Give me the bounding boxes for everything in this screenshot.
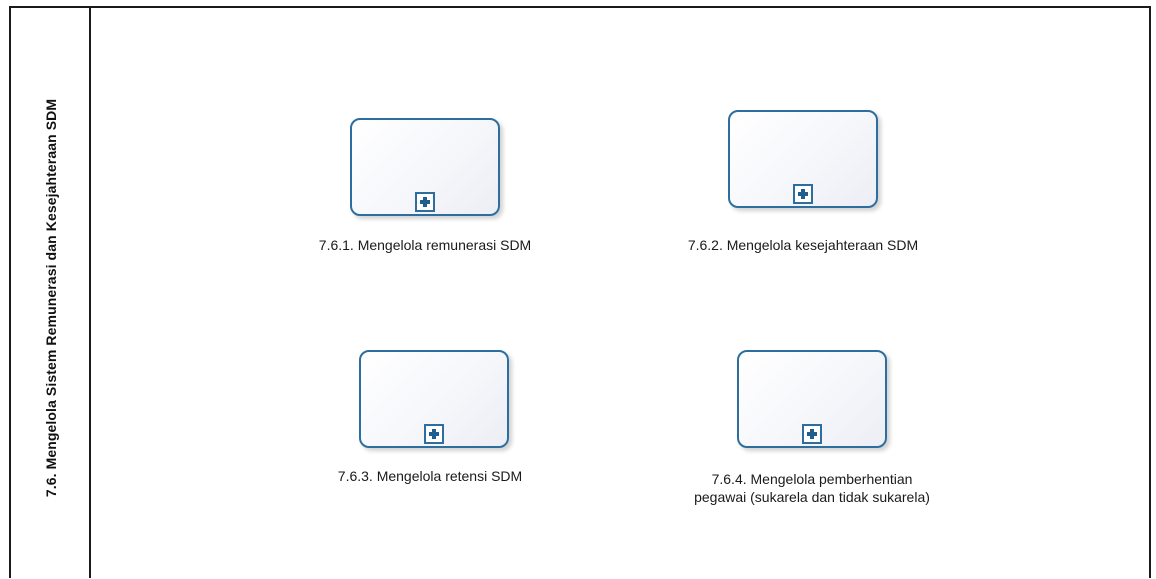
task-label-retensi: 7.6.3. Mengelola retensi SDM: [337, 468, 523, 484]
plus-icon[interactable]: [793, 184, 813, 204]
pool-title: 7.6. Mengelola Sistem Remunerasi dan Kes…: [43, 98, 59, 498]
subprocess-task-retensi[interactable]: [359, 350, 509, 448]
task-label-pemberhentian: 7.6.4. Mengelola pemberhentian pegawai (…: [694, 471, 930, 505]
subprocess-task-kesejahteraan[interactable]: [728, 110, 878, 208]
plus-icon[interactable]: [424, 424, 444, 444]
pool-header: 7.6. Mengelola Sistem Remunerasi dan Kes…: [11, 8, 91, 578]
subprocess-task-pemberhentian[interactable]: [737, 350, 887, 448]
task-label-kesejahteraan: 7.6.2. Mengelola kesejahteraan SDM: [687, 237, 919, 253]
task-label-remunerasi: 7.6.1. Mengelola remunerasi SDM: [318, 237, 532, 253]
plus-icon[interactable]: [802, 424, 822, 444]
pool: 7.6. Mengelola Sistem Remunerasi dan Kes…: [9, 6, 1151, 578]
plus-icon[interactable]: [415, 192, 435, 212]
subprocess-task-remunerasi[interactable]: [350, 118, 500, 216]
